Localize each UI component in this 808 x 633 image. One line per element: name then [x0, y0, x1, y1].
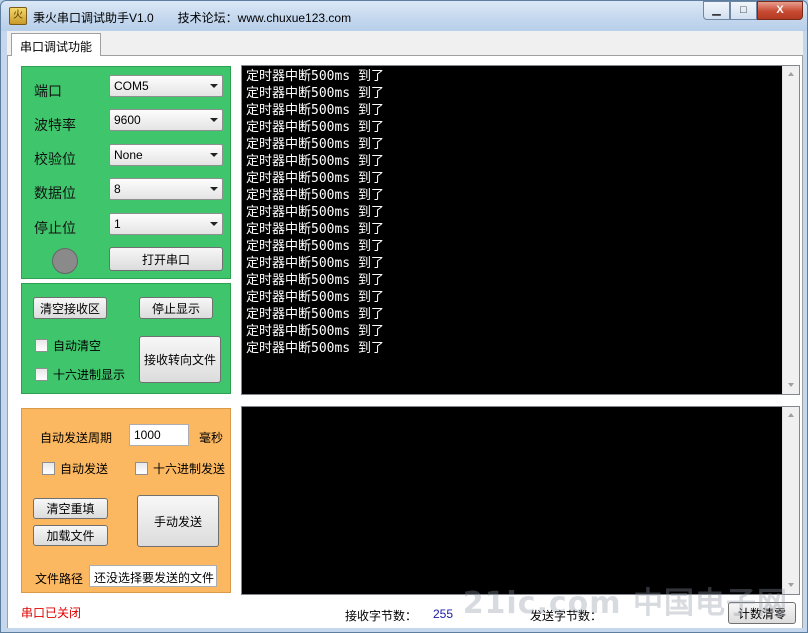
- client-area: 串口调试功能 端口 COM5 波特率 9600 校验位 None 数据位 8 停…: [7, 31, 803, 628]
- hex-send-checkbox[interactable]: 十六进制发送: [135, 460, 225, 477]
- rx-bytes-label: 接收字节数：: [345, 609, 418, 623]
- receive-line: 定时器中断500ms 到了: [246, 239, 384, 254]
- app-window: 火 秉火串口调试助手V1.0 技术论坛：www.chuxue123.com ▁ …: [0, 0, 808, 633]
- receive-line: 定时器中断500ms 到了: [246, 188, 384, 203]
- receive-line: 定时器中断500ms 到了: [246, 341, 384, 356]
- baud-select[interactable]: 9600: [109, 109, 223, 131]
- minimize-button[interactable]: ▁: [703, 1, 730, 20]
- arrow-down-icon: [788, 383, 794, 387]
- receive-line: 定时器中断500ms 到了: [246, 120, 384, 135]
- receive-scrollbar[interactable]: [782, 66, 799, 394]
- title-bar[interactable]: 火 秉火串口调试助手V1.0 技术论坛：www.chuxue123.com ▁ …: [1, 1, 807, 31]
- receive-line: 定时器中断500ms 到了: [246, 290, 384, 305]
- parity-label: 校验位: [34, 151, 76, 167]
- auto-send-period-label: 自动发送周期: [40, 431, 113, 445]
- auto-send-label: 自动发送: [60, 462, 109, 476]
- manual-send-button[interactable]: 手动发送: [137, 495, 219, 547]
- stopbits-select[interactable]: 1: [109, 213, 223, 235]
- receive-line: 定时器中断500ms 到了: [246, 205, 384, 220]
- receive-line: 定时器中断500ms 到了: [246, 103, 384, 118]
- open-port-button[interactable]: 打开串口: [109, 247, 223, 271]
- close-button[interactable]: X: [757, 1, 803, 20]
- send-scrollbar[interactable]: [782, 407, 799, 594]
- chevron-down-icon: [210, 187, 218, 191]
- rx-bytes-value: 255: [433, 607, 454, 621]
- arrow-up-icon: [788, 413, 794, 417]
- parity-select[interactable]: None: [109, 144, 223, 166]
- scroll-up-button[interactable]: [783, 407, 799, 424]
- watermark-logo: 21ic.com 中国电子网: [462, 586, 788, 621]
- redirect-to-file-button[interactable]: 接收转向文件: [139, 336, 221, 383]
- auto-clear-checkbox[interactable]: 自动清空: [35, 337, 101, 354]
- auto-clear-label: 自动清空: [53, 339, 102, 353]
- receive-line: 定时器中断500ms 到了: [246, 273, 384, 288]
- file-path-label: 文件路径: [35, 572, 84, 586]
- receive-line: 定时器中断500ms 到了: [246, 137, 384, 152]
- receive-line: 定时器中断500ms 到了: [246, 154, 384, 169]
- scroll-up-button[interactable]: [783, 66, 799, 83]
- receive-line: 定时器中断500ms 到了: [246, 324, 384, 339]
- chevron-down-icon: [210, 153, 218, 157]
- load-file-button[interactable]: 加载文件: [33, 525, 108, 546]
- serial-settings-panel: 端口 COM5 波特率 9600 校验位 None 数据位 8 停止位 1 打开…: [21, 66, 231, 279]
- receive-controls-panel: 清空接收区 停止显示 自动清空 十六进制显示 接收转向文件: [21, 283, 231, 394]
- databits-value: 8: [114, 182, 121, 196]
- stopbits-label: 停止位: [34, 220, 76, 236]
- send-controls-panel: 自动发送周期 1000 毫秒 自动发送 十六进制发送 清空重填 加载文件 手动发…: [21, 408, 231, 593]
- arrow-up-icon: [788, 72, 794, 76]
- checkbox-box: [135, 462, 148, 475]
- window-controls: ▁ □ X: [703, 1, 803, 20]
- receive-line: 定时器中断500ms 到了: [246, 69, 384, 84]
- receive-text: 定时器中断500ms 到了 定时器中断500ms 到了 定时器中断500ms 到了定…: [246, 68, 384, 357]
- clear-refill-button[interactable]: 清空重填: [33, 498, 108, 519]
- period-unit-label: 毫秒: [199, 431, 224, 445]
- window-title: 秉火串口调试助手V1.0 技术论坛：www.chuxue123.com: [33, 11, 352, 25]
- receive-line: 定时器中断500ms 到了: [246, 256, 384, 271]
- parity-value: None: [114, 148, 143, 162]
- receive-line: 定时器中断500ms 到了: [246, 222, 384, 237]
- port-value: COM5: [114, 79, 149, 93]
- hex-display-label: 十六进制显示: [53, 368, 126, 382]
- receive-line: 定时器中断500ms 到了: [246, 171, 384, 186]
- stopbits-value: 1: [114, 217, 121, 231]
- arrow-down-icon: [788, 583, 794, 587]
- checkbox-box: [35, 368, 48, 381]
- auto-send-checkbox[interactable]: 自动发送: [42, 460, 108, 477]
- port-status-text: 串口已关闭: [21, 606, 82, 620]
- port-label: 端口: [34, 83, 62, 99]
- app-icon: 火: [9, 7, 27, 25]
- hex-display-checkbox[interactable]: 十六进制显示: [35, 366, 125, 383]
- auto-send-period-input[interactable]: 1000: [129, 424, 189, 446]
- port-status-led: [52, 248, 78, 274]
- checkbox-box: [35, 339, 48, 352]
- receive-line: 定时器中断500ms 到了: [246, 307, 384, 322]
- receive-line: 定时器中断500ms 到了: [246, 86, 384, 101]
- maximize-button[interactable]: □: [730, 1, 757, 20]
- stop-display-button[interactable]: 停止显示: [139, 297, 213, 319]
- receive-area[interactable]: 定时器中断500ms 到了 定时器中断500ms 到了 定时器中断500ms 到了定…: [241, 65, 800, 395]
- clear-receive-button[interactable]: 清空接收区: [33, 297, 107, 319]
- scroll-down-button[interactable]: [783, 377, 799, 394]
- send-area[interactable]: [241, 406, 800, 595]
- baud-label: 波特率: [34, 117, 76, 133]
- file-path-input[interactable]: 还没选择要发送的文件: [89, 565, 217, 587]
- tab-page: 端口 COM5 波特率 9600 校验位 None 数据位 8 停止位 1 打开…: [7, 56, 803, 628]
- tab-serial-debug[interactable]: 串口调试功能: [11, 33, 102, 57]
- port-select[interactable]: COM5: [109, 75, 223, 97]
- baud-value: 9600: [114, 113, 141, 127]
- databits-select[interactable]: 8: [109, 178, 223, 200]
- hex-send-label: 十六进制发送: [153, 462, 226, 476]
- checkbox-box: [42, 462, 55, 475]
- chevron-down-icon: [210, 222, 218, 226]
- chevron-down-icon: [210, 118, 218, 122]
- chevron-down-icon: [210, 84, 218, 88]
- tab-strip: 串口调试功能: [7, 31, 803, 57]
- databits-label: 数据位: [34, 185, 76, 201]
